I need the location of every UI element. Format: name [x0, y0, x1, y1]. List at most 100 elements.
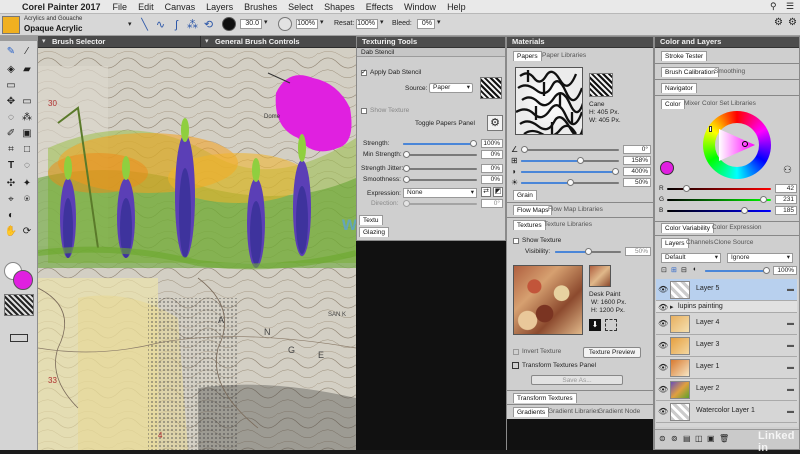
shape-select-icon[interactable]: ▣ [20, 126, 34, 140]
layer-group-row[interactable]: 👁 ▸ lupins painting [656, 301, 797, 313]
composite-method-select[interactable]: Default ▾ [661, 253, 721, 263]
expression-select[interactable]: None ▾ [403, 188, 477, 198]
b-slider[interactable] [667, 207, 771, 214]
menu-shapes[interactable]: Shapes [324, 2, 355, 12]
new-group-icon[interactable]: ▤ [683, 434, 691, 443]
divine-proportion-icon[interactable]: ✦ [20, 176, 34, 190]
brush-selector-bar[interactable]: ▾ Brush Selector [38, 36, 200, 48]
eye-icon[interactable]: 👁 [658, 341, 668, 350]
main-color-swatch[interactable] [660, 161, 674, 175]
resat-field[interactable]: 100% [356, 19, 378, 29]
rubber-stamp-icon[interactable]: ⍟ [20, 192, 34, 206]
texture-thumb[interactable] [589, 265, 611, 287]
paper-brightness-value[interactable]: 50% [623, 178, 651, 187]
paper-angle-slider[interactable] [521, 146, 619, 153]
tab-gradient-node[interactable]: Gradient Node [595, 407, 643, 416]
tab-color-variability[interactable]: Color Variability [661, 223, 715, 233]
brush-tool-icon[interactable]: ╲ [137, 17, 152, 32]
layer-row[interactable]: 👁 Layer 2 ▬ [656, 379, 797, 401]
min-strength-slider[interactable] [403, 151, 477, 158]
paper-angle-value[interactable]: 0° [623, 145, 651, 154]
tab-texture[interactable]: Textu [359, 215, 383, 225]
menu-help[interactable]: Help [447, 2, 466, 12]
tab-grain[interactable]: Grain [513, 190, 537, 200]
tab-color-set-libraries[interactable]: Color Set Libraries [699, 99, 759, 108]
list-icon[interactable]: ☰ [786, 1, 794, 12]
tab-stroke-tester[interactable]: Stroke Tester [661, 51, 708, 61]
r-slider[interactable] [667, 185, 771, 192]
tab-navigator[interactable]: Navigator [661, 83, 697, 93]
layer-opacity-slider[interactable] [705, 267, 770, 274]
eye-icon[interactable]: 👁 [658, 363, 668, 372]
chevron-down-icon[interactable]: ▾ [264, 18, 268, 26]
pick-up-underlying-icon[interactable]: ⊞ [671, 266, 677, 274]
menu-window[interactable]: Window [404, 2, 436, 12]
settings-icon[interactable]: ⚙ [788, 17, 797, 28]
expand-icon[interactable]: ▸ [670, 303, 674, 311]
loop-icon[interactable]: ⟲ [201, 17, 216, 32]
smoothness-slider[interactable] [403, 176, 477, 183]
strength-jitter-slider[interactable] [403, 165, 477, 172]
layer-opacity-value[interactable]: 100% [773, 266, 797, 275]
gear-icon[interactable]: ⚙ [774, 17, 783, 28]
paper-brightness-slider[interactable] [521, 179, 619, 186]
texture-preview[interactable] [513, 265, 583, 335]
expression-settings-icon[interactable]: ◩ [493, 187, 503, 197]
dab-stencil-tab[interactable]: Dab Stencil [357, 48, 505, 57]
dynamic-plugins-icon[interactable]: ⊚ [671, 434, 678, 443]
curve-icon[interactable]: ʃ [169, 17, 184, 32]
chevron-down-icon[interactable]: ▾ [437, 18, 441, 26]
eye-icon[interactable]: 👁 [658, 319, 668, 328]
tab-flow-map-libraries[interactable]: Flow Map Libraries [545, 205, 606, 214]
eye-icon[interactable]: 👁 [658, 407, 668, 416]
g-slider[interactable] [667, 196, 771, 203]
invert-texture-checkbox[interactable] [513, 349, 519, 355]
source-select[interactable]: Paper ▾ [429, 83, 473, 93]
apply-texture-icon[interactable]: ⬇ [589, 319, 601, 331]
selection-icon[interactable] [605, 319, 617, 331]
layer-commands-icon[interactable]: ⊜ [659, 434, 666, 443]
show-texture-checkbox[interactable] [513, 238, 519, 244]
paper-scale-value[interactable]: 158% [623, 156, 651, 165]
strength-slider[interactable] [403, 140, 477, 147]
layer-row[interactable]: 👁 Layer 4 ▬ [656, 313, 797, 335]
tab-transform-textures[interactable]: Transform Textures [513, 393, 577, 403]
shape-icon[interactable]: ◌ [20, 158, 34, 172]
toolbox-grip[interactable] [0, 36, 38, 41]
direction-value[interactable]: 0° [481, 199, 503, 208]
strength-jitter-value[interactable]: 0% [481, 164, 503, 173]
tab-paper-libraries[interactable]: Paper Libraries [539, 51, 589, 60]
visibility-value[interactable]: 50% [625, 247, 651, 256]
paper-thumb[interactable] [589, 73, 613, 97]
lasso-icon[interactable]: ◌ [4, 110, 18, 124]
tab-papers[interactable]: Papers [513, 51, 542, 61]
menu-select[interactable]: Select [288, 2, 313, 12]
lock-icon[interactable]: ⊡ [661, 266, 667, 274]
direction-slider[interactable] [403, 200, 477, 207]
texture-preview-button[interactable]: Texture Preview [583, 347, 641, 358]
tab-smoothing[interactable]: Smoothing [711, 67, 748, 76]
crop-icon[interactable]: ⌗ [4, 142, 18, 156]
menu-file[interactable]: File [113, 2, 128, 12]
hue-ring-handle[interactable] [709, 126, 712, 132]
eye-icon[interactable]: 👁 [658, 285, 668, 294]
opacity-field[interactable]: 100% [296, 19, 318, 29]
visibility-slider[interactable] [555, 248, 621, 255]
menu-edit[interactable]: Edit [138, 2, 154, 12]
pen-icon[interactable]: ✐ [4, 126, 18, 140]
media-library-icon[interactable] [10, 334, 28, 342]
show-texture-checkbox[interactable] [361, 108, 367, 114]
saturation-triangle[interactable] [715, 125, 759, 165]
chevron-down-icon[interactable]: ▾ [128, 20, 132, 28]
toggle-papers-button[interactable]: ⚙ [487, 115, 503, 131]
smoothness-value[interactable]: 0% [481, 175, 503, 184]
brush-icon[interactable]: ✎ [4, 44, 18, 58]
paint-bucket-icon[interactable]: ◈ [4, 62, 18, 76]
tab-color-expression[interactable]: Color Expression [709, 223, 765, 232]
layer-adjuster-icon[interactable]: ▭ [4, 78, 18, 92]
paper-contrast-value[interactable]: 400% [623, 167, 651, 176]
main-color-swatch[interactable] [13, 270, 33, 290]
paper-preview[interactable] [515, 67, 583, 135]
preserve-transparency-icon[interactable]: ⊟ [681, 266, 687, 274]
dab-icon[interactable]: ⁂ [185, 17, 200, 32]
